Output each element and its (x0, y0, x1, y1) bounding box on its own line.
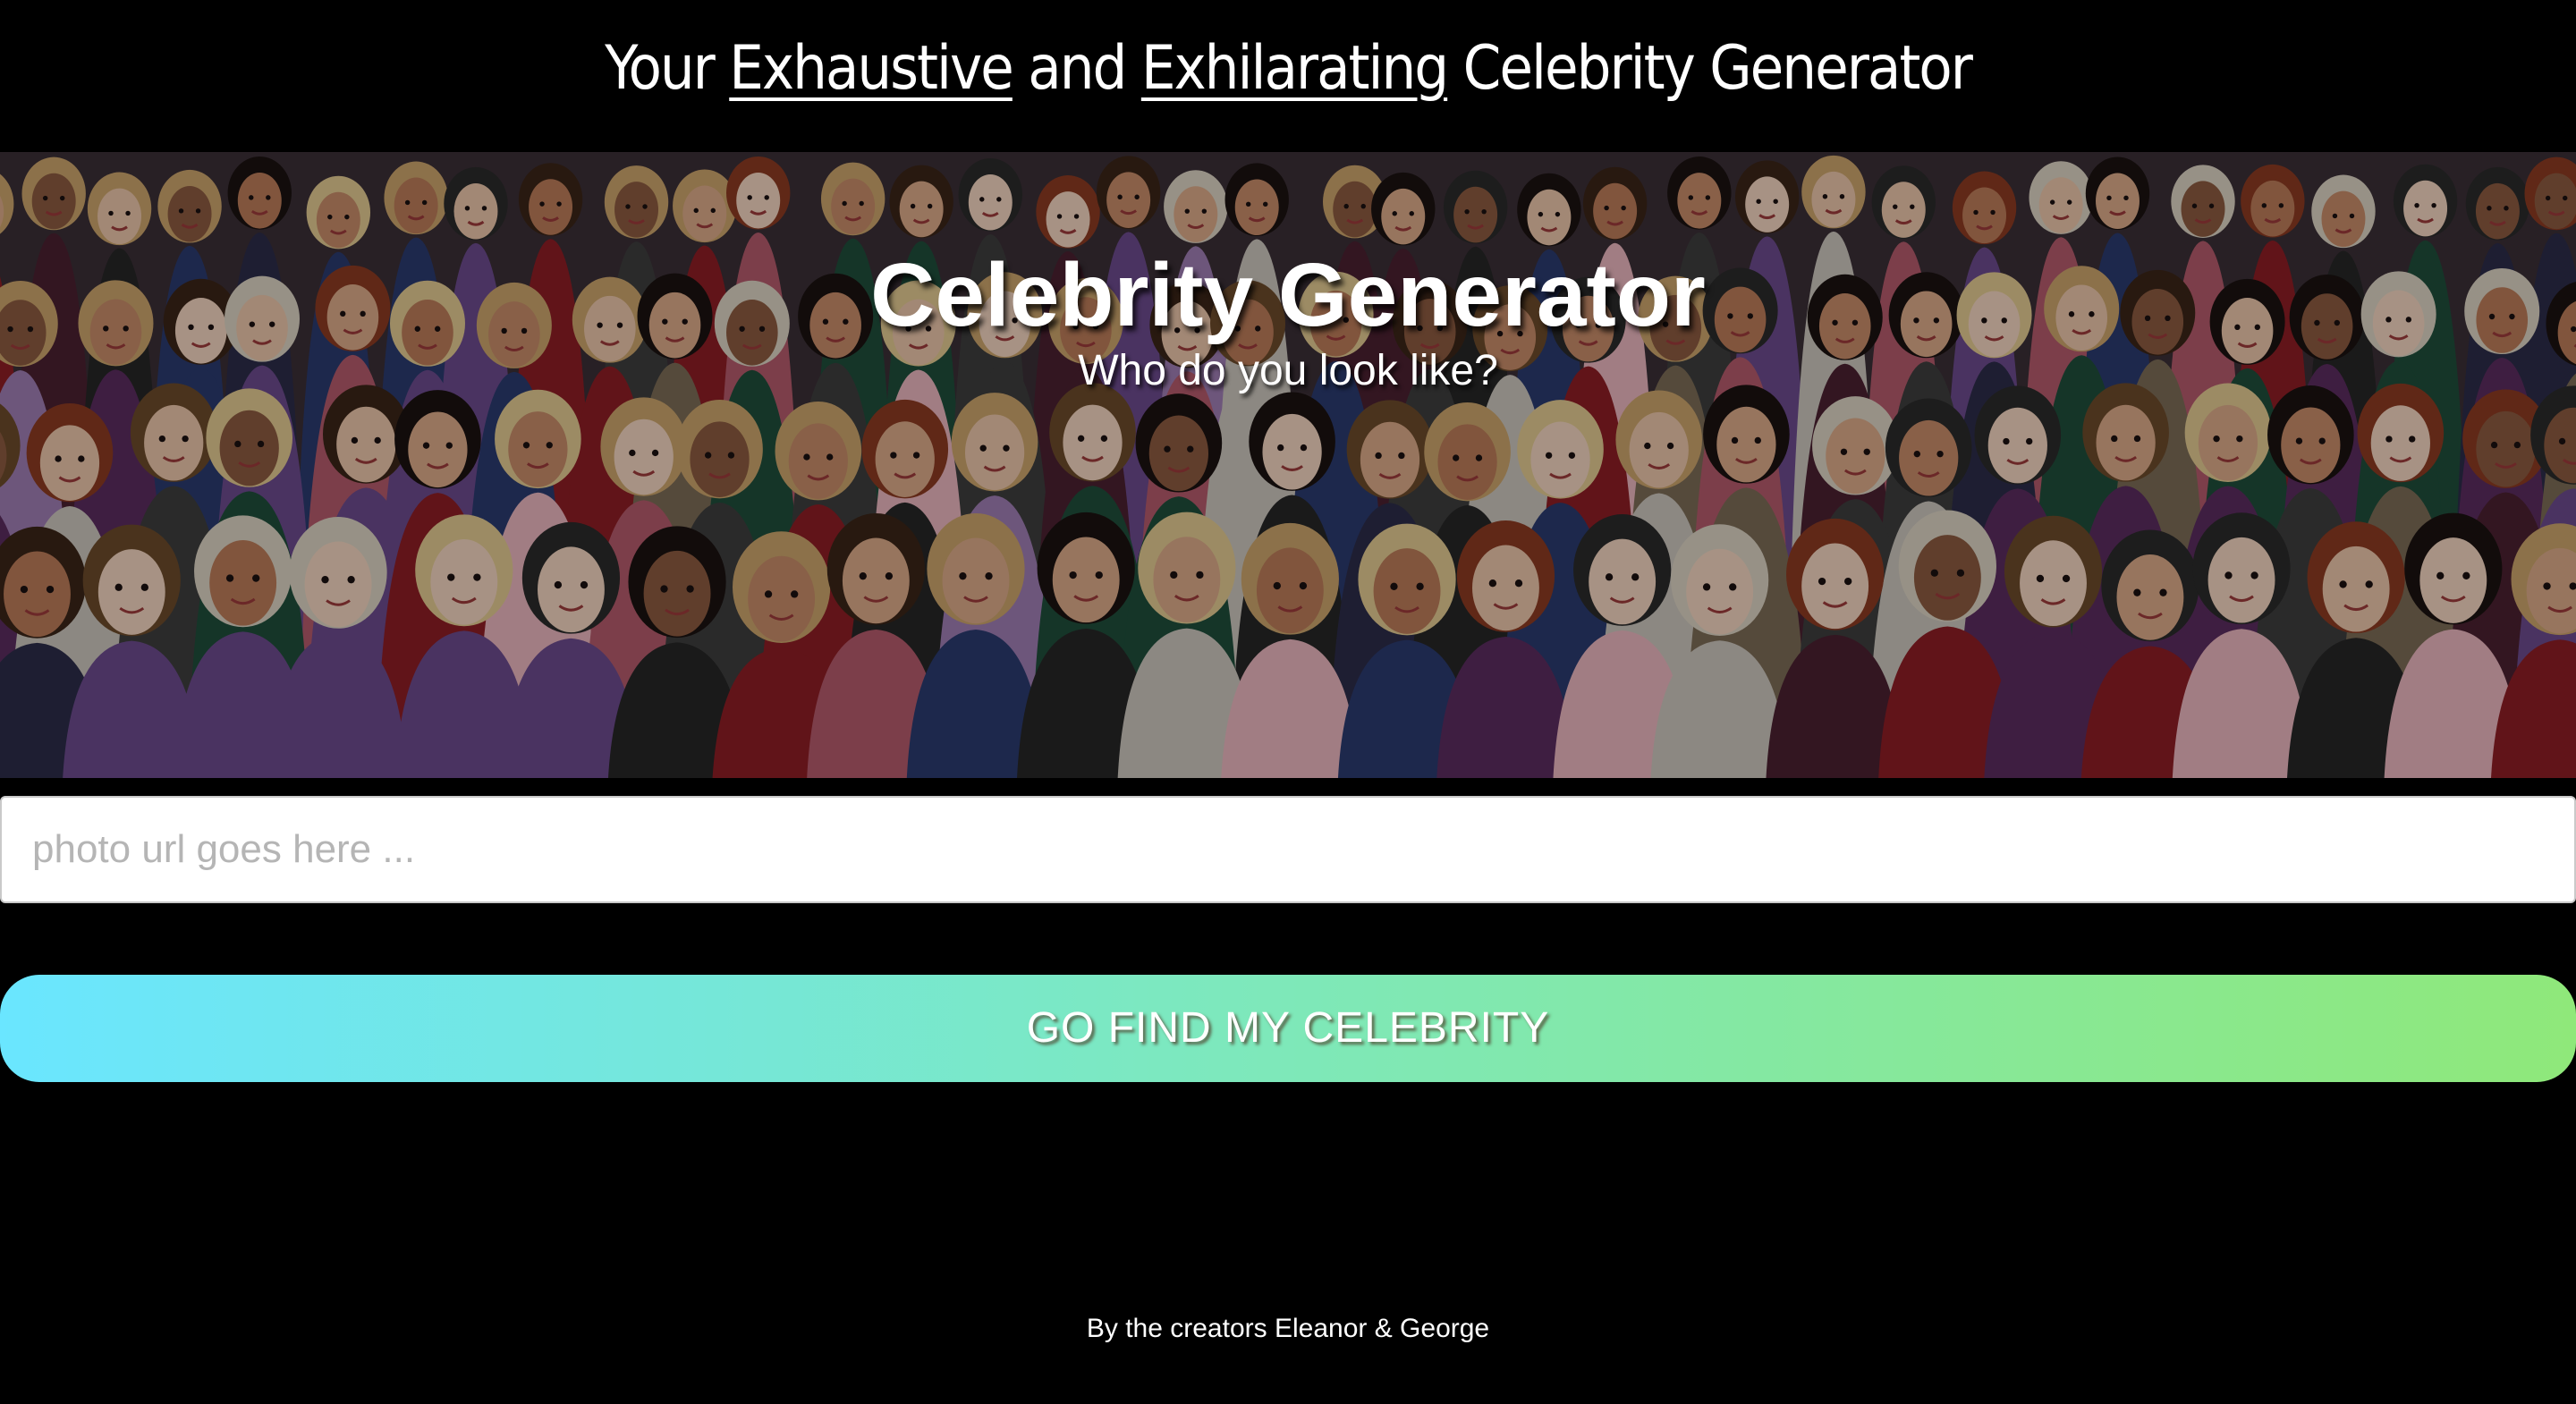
header-title-prefix: Your (605, 33, 716, 104)
hero-title: Celebrity Generator (870, 245, 1706, 345)
go-find-celebrity-button[interactable]: GO FIND MY CELEBRITY (0, 975, 2576, 1082)
header-title-suffix: Celebrity Generator (1462, 33, 1973, 104)
hero-banner: Celebrity Generator Who do you look like… (0, 152, 2576, 778)
header-title-exhaustive: Exhaustive (729, 33, 1014, 104)
header-title-exhilarating: Exhilarating (1140, 33, 1449, 104)
header-title-and: and (1028, 33, 1127, 104)
photo-url-input[interactable] (0, 796, 2576, 903)
hero-subtitle: Who do you look like? (1078, 347, 1498, 394)
footer-credit: By the creators Eleanor & George (1086, 1314, 1490, 1343)
page-header-title: Your Exhaustive and Exhilarating Celebri… (0, 20, 2576, 118)
